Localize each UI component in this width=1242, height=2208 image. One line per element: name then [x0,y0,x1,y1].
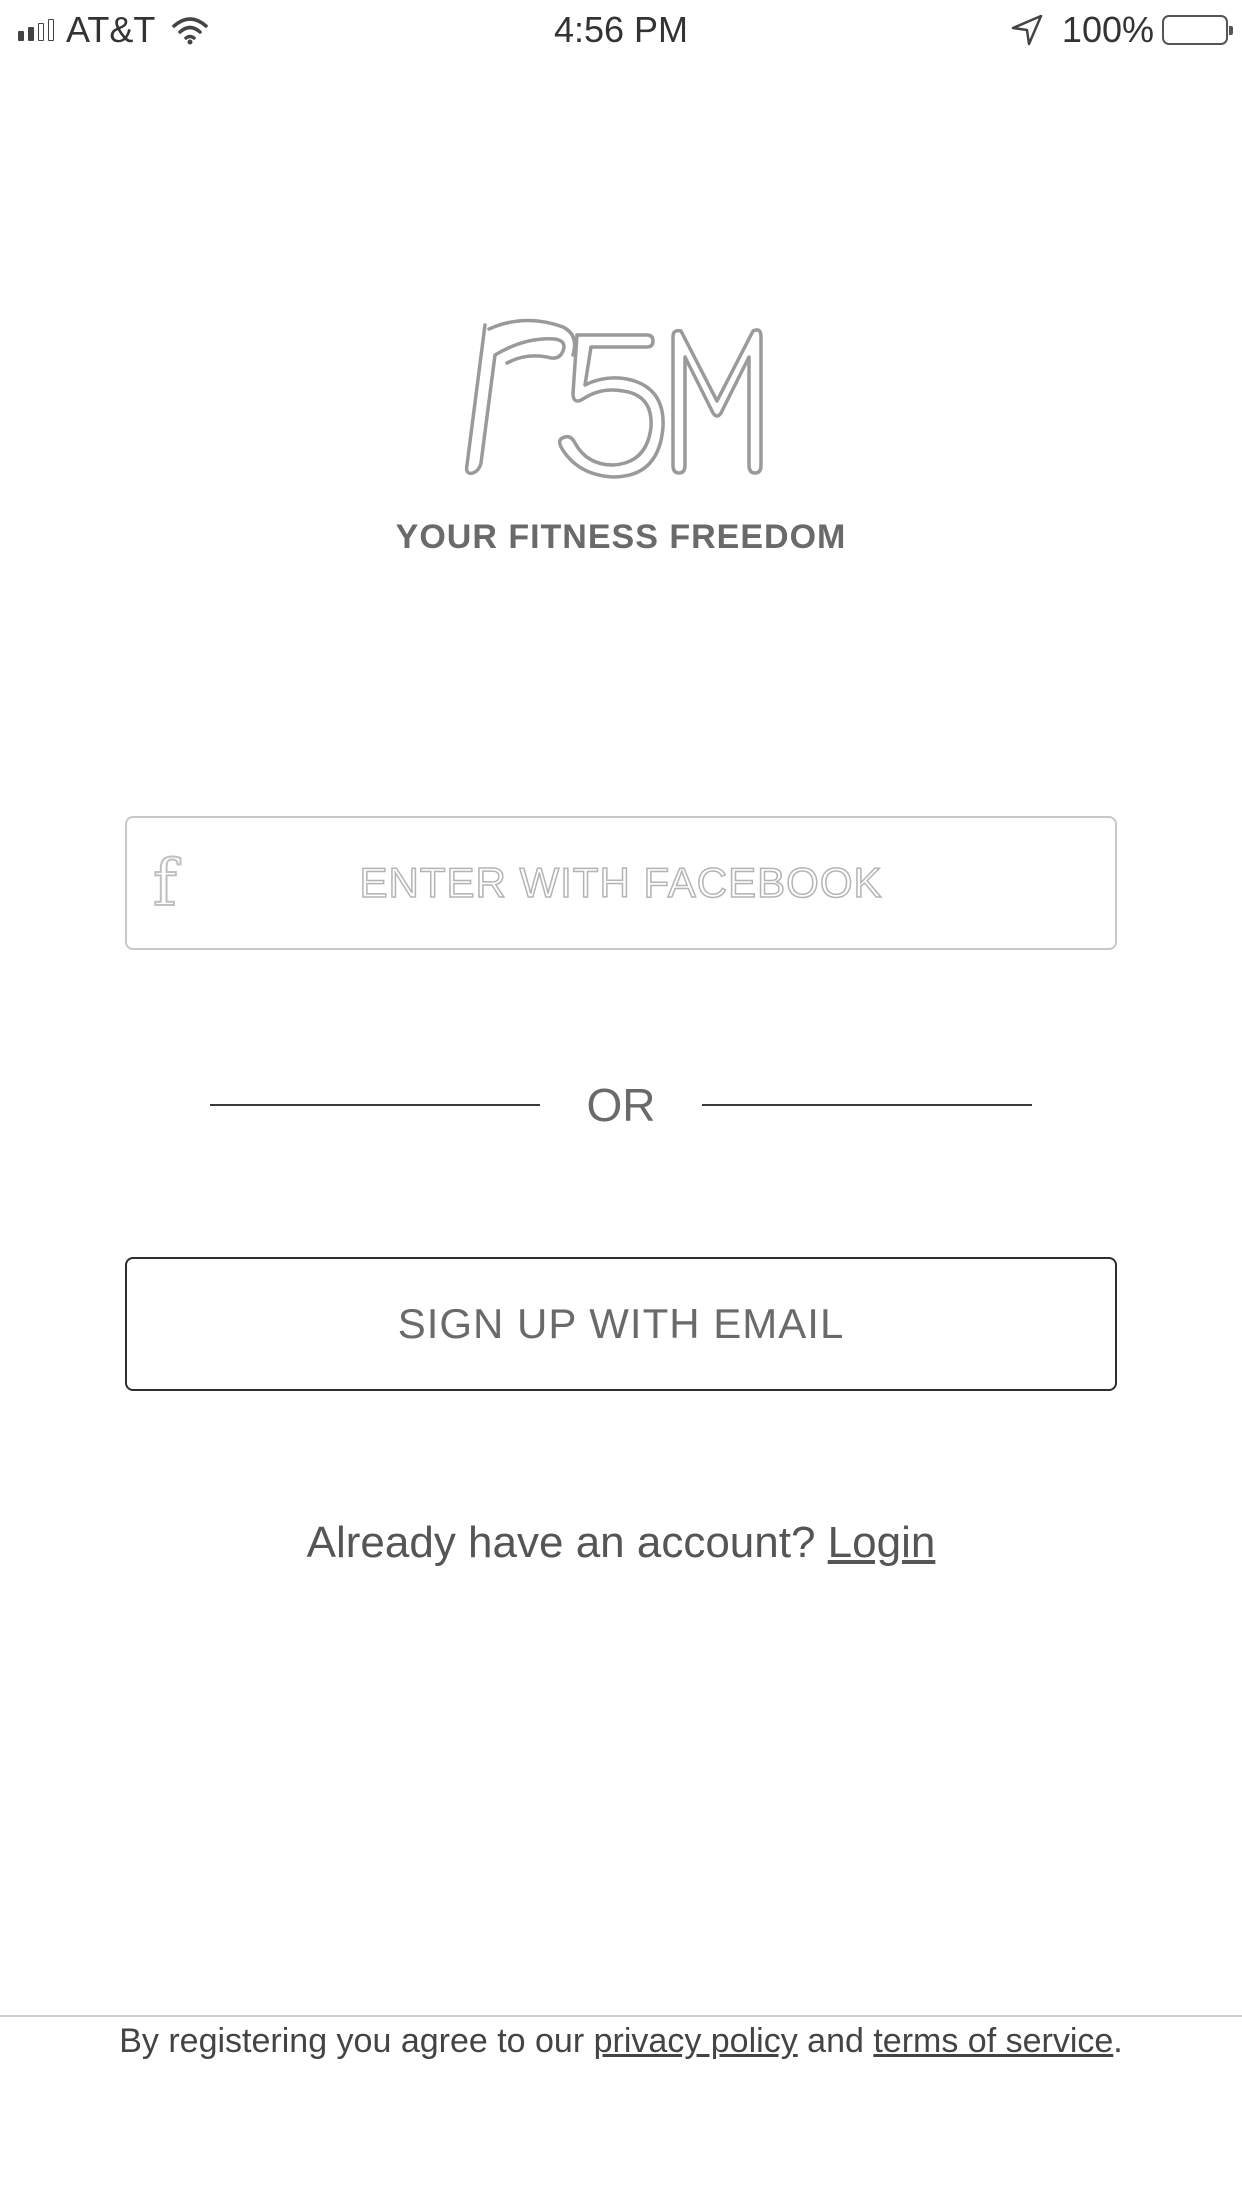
or-divider: OR [210,1070,1032,1140]
enter-with-facebook-button[interactable]: f ENTER WITH FACEBOOK [125,816,1117,950]
sign-up-with-email-button[interactable]: SIGN UP WITH EMAIL [125,1257,1117,1391]
terms-conjunction: and [807,2022,864,2060]
terms-notice: By registering you agree to our privacy … [100,2018,1142,2064]
terms-prefix: By registering you agree to our [119,2022,585,2060]
login-prompt: Already have an account? Login [0,1518,1242,1568]
login-screen: AT&T 4:56 PM 100% YOUR FITNESS FREEDOM f… [0,0,1242,2208]
terms-suffix: . [1113,2022,1123,2060]
divider-line-right [702,1104,1032,1106]
battery-icon [1162,15,1233,45]
privacy-policy-link[interactable]: privacy policy [594,2022,798,2060]
login-prompt-text: Already have an account? [306,1518,816,1567]
status-bar: AT&T 4:56 PM 100% [0,0,1242,60]
p5m-logo-icon [464,318,763,479]
battery-percentage: 100% [1061,9,1154,50]
status-right: 100% [1010,9,1233,50]
login-link[interactable]: Login [828,1518,936,1567]
terms-of-service-link[interactable]: terms of service [873,2022,1113,2060]
footer-divider [0,2015,1242,2017]
facebook-button-label: ENTER WITH FACEBOOK [359,858,883,907]
tagline: YOUR FITNESS FREEDOM [395,518,847,556]
location-arrow-icon [1011,14,1043,46]
